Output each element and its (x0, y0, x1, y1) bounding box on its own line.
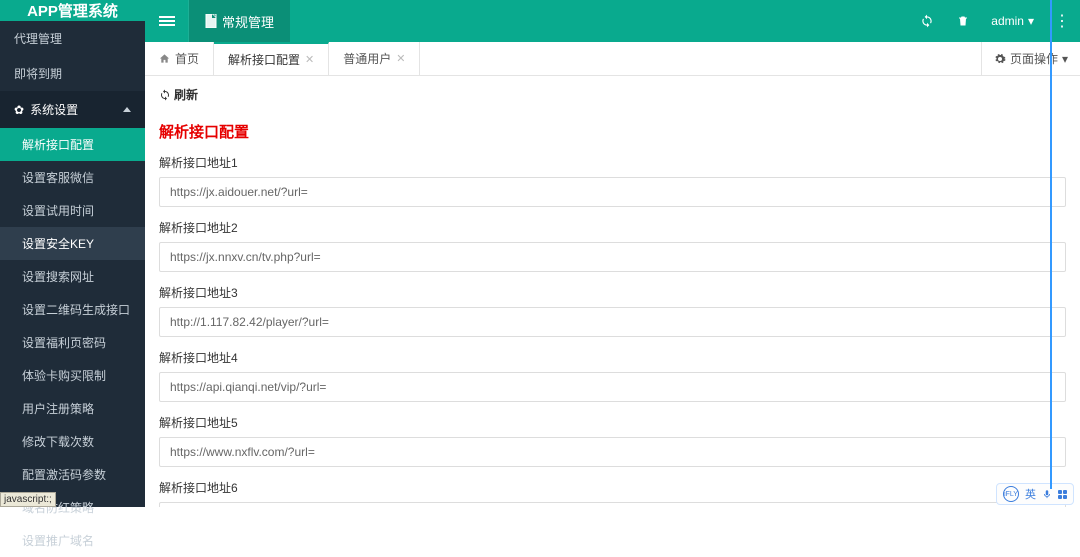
refresh-link[interactable]: 刷新 (159, 86, 198, 103)
parse-url-input-6[interactable] (159, 502, 1066, 507)
sidebar-sub-trial[interactable]: 设置试用时间 (0, 194, 145, 227)
parse-url-input-2[interactable] (159, 242, 1066, 272)
close-icon[interactable]: ✕ (305, 53, 314, 66)
topbar-tab-label: 常规管理 (222, 12, 274, 31)
file-icon (205, 14, 217, 28)
sidebar-item-expiring[interactable]: 即将到期 (0, 56, 145, 91)
user-name: admin (991, 14, 1024, 28)
tab-strip: 首页 解析接口配置 ✕ 普通用户 ✕ 页面操作 ▾ (145, 42, 1080, 76)
field-label: 解析接口地址6 (159, 479, 1066, 496)
more-icon: ⋮ (1054, 13, 1070, 30)
sidebar-section-system[interactable]: ✿ 系统设置 (0, 91, 145, 128)
sidebar-sub-qrcode[interactable]: 设置二维码生成接口 (0, 293, 145, 326)
ime-toolbar[interactable]: iFLY 英 (996, 483, 1074, 505)
tab-home-label: 首页 (175, 50, 199, 67)
ime-grid-icon[interactable] (1058, 490, 1067, 499)
sidebar-sub-activation-params[interactable]: 配置激活码参数 (0, 458, 145, 491)
close-icon[interactable]: ✕ (396, 52, 405, 65)
field-label: 解析接口地址2 (159, 219, 1066, 236)
sidebar-section-label: 系统设置 (30, 103, 78, 117)
refresh-icon (159, 89, 171, 101)
field-label: 解析接口地址4 (159, 349, 1066, 366)
field-3: 解析接口地址3 (159, 284, 1066, 337)
ime-logo-icon[interactable]: iFLY (1003, 486, 1019, 502)
gear-icon (994, 53, 1006, 65)
main-area: 常规管理 admin ▾ ⋮ 首页 (145, 0, 1080, 507)
sidebar-sub-promo-domain[interactable]: 设置推广域名 (0, 524, 145, 557)
sidebar-sub-trial-limit[interactable]: 体验卡购买限制 (0, 359, 145, 392)
browser-status-text: javascript:; (0, 492, 56, 507)
tab-home[interactable]: 首页 (145, 42, 214, 75)
sidebar-sub-register-policy[interactable]: 用户注册策略 (0, 392, 145, 425)
ime-lang-button[interactable]: 英 (1025, 486, 1036, 502)
field-5: 解析接口地址5 (159, 414, 1066, 467)
delete-button[interactable] (945, 0, 981, 42)
chevron-up-icon (123, 107, 131, 112)
tab-label: 解析接口配置 (228, 51, 300, 68)
refresh-button[interactable] (909, 0, 945, 42)
home-icon (159, 53, 170, 64)
refresh-icon (920, 14, 934, 28)
refresh-label: 刷新 (174, 86, 198, 103)
sidebar: APP管理系统 代理管理 即将到期 ✿ 系统设置 解析接口配置 设置客服微信 设置… (0, 0, 145, 507)
sidebar-sub-welfare-pwd[interactable]: 设置福利页密码 (0, 326, 145, 359)
tab-label: 普通用户 (343, 50, 391, 67)
user-menu[interactable]: admin ▾ (981, 14, 1044, 28)
sidebar-sub-parse-config[interactable]: 解析接口配置 (0, 128, 145, 161)
field-label: 解析接口地址1 (159, 154, 1066, 171)
field-4: 解析接口地址4 (159, 349, 1066, 402)
parse-url-input-5[interactable] (159, 437, 1066, 467)
parse-url-input-4[interactable] (159, 372, 1066, 402)
chevron-down-icon: ▾ (1062, 52, 1068, 66)
field-6: 解析接口地址6 (159, 479, 1066, 507)
sidebar-sub-safekey[interactable]: 设置安全KEY (0, 227, 145, 260)
tab-normal-user[interactable]: 普通用户 ✕ (329, 42, 420, 75)
selection-line (1050, 0, 1052, 489)
trash-icon (957, 14, 969, 28)
field-2: 解析接口地址2 (159, 219, 1066, 272)
parse-url-input-1[interactable] (159, 177, 1066, 207)
content-area: 刷新 解析接口配置 解析接口地址1 解析接口地址2 解析接口地址3 解析接口地址… (145, 76, 1080, 507)
sidebar-sub-wechat[interactable]: 设置客服微信 (0, 161, 145, 194)
topbar-tab-general[interactable]: 常规管理 (189, 0, 290, 42)
sidebar-sub-download-count[interactable]: 修改下载次数 (0, 425, 145, 458)
chevron-down-icon: ▾ (1028, 14, 1034, 28)
sidebar-sub-search-url[interactable]: 设置搜索网址 (0, 260, 145, 293)
page-operations-menu[interactable]: 页面操作 ▾ (981, 42, 1080, 75)
gear-icon: ✿ (14, 103, 24, 117)
ime-voice-icon[interactable] (1042, 488, 1052, 500)
section-title: 解析接口配置 (159, 121, 1066, 142)
field-1: 解析接口地址1 (159, 154, 1066, 207)
parse-url-input-3[interactable] (159, 307, 1066, 337)
tab-parse-config[interactable]: 解析接口配置 ✕ (214, 42, 329, 75)
brand-title: APP管理系统 (0, 0, 145, 21)
field-label: 解析接口地址3 (159, 284, 1066, 301)
sidebar-item-proxy[interactable]: 代理管理 (0, 21, 145, 56)
topbar: 常规管理 admin ▾ ⋮ (145, 0, 1080, 42)
toggle-sidebar-button[interactable] (145, 0, 189, 42)
menu-icon (159, 14, 175, 28)
field-label: 解析接口地址5 (159, 414, 1066, 431)
